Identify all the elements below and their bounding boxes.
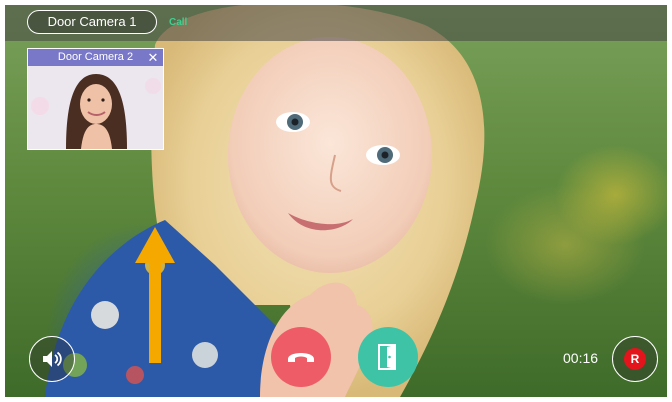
speaker-icon — [43, 351, 62, 367]
top-bar: Door Camera 1 Call — [5, 5, 667, 41]
speaker-button[interactable] — [29, 336, 75, 382]
pip-title: Door Camera 2 — [57, 51, 134, 63]
camera-view: Door Camera 1 Call Door Camera 2 ✕ 00:16… — [5, 5, 667, 397]
call-timer: 00:16 — [563, 350, 599, 366]
record-icon: R — [624, 348, 646, 370]
record-button[interactable]: R — [612, 336, 658, 382]
door-open-icon — [378, 344, 396, 370]
pip-video-feed — [28, 66, 163, 149]
close-icon[interactable]: ✕ — [145, 49, 161, 66]
up-arrow-icon — [135, 227, 175, 363]
end-call-button[interactable] — [271, 327, 331, 387]
pip-title-bar: Door Camera 2 — [28, 49, 163, 66]
call-status-label: Call — [169, 17, 188, 28]
hang-up-icon — [288, 353, 314, 362]
camera-selector-pill[interactable]: Door Camera 1 — [27, 10, 157, 34]
open-door-button[interactable] — [358, 327, 418, 387]
pip-camera-window[interactable]: Door Camera 2 ✕ — [27, 48, 164, 150]
